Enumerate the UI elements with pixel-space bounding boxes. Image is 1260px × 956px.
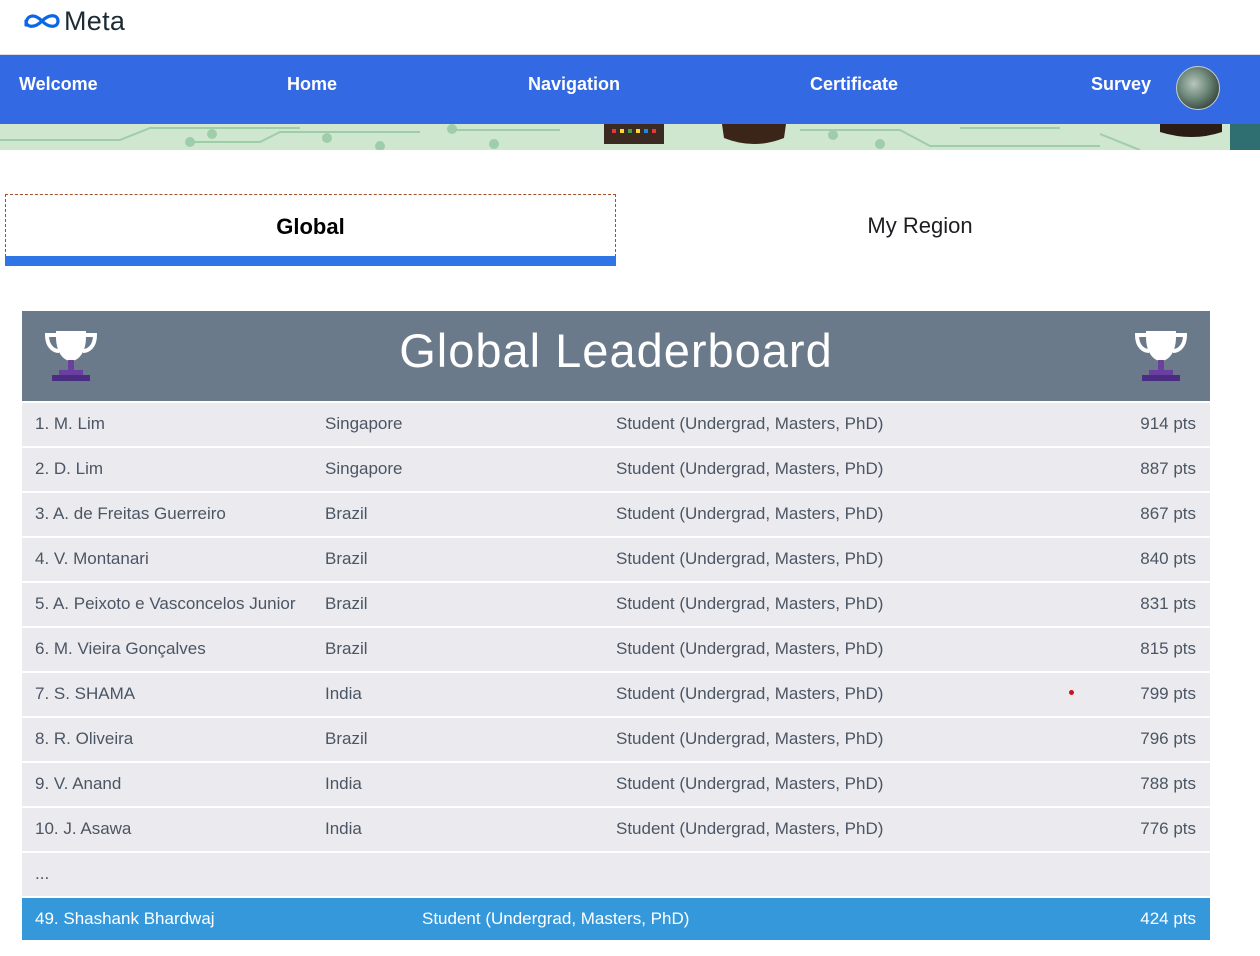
role: Student (Undergrad, Masters, PhD) xyxy=(616,684,884,703)
role: Student (Undergrad, Masters, PhD) xyxy=(616,819,884,838)
rank-name: 7. S. SHAMA xyxy=(35,684,136,703)
points: 831 pts xyxy=(1140,594,1196,613)
table-row: 7. S. SHAMA India Student (Undergrad, Ma… xyxy=(22,671,1210,716)
role: Student (Undergrad, Masters, PhD) xyxy=(616,549,884,568)
meta-infinity-icon xyxy=(24,14,60,28)
country: India xyxy=(325,819,362,838)
points: 788 pts xyxy=(1140,774,1196,793)
table-row: 2. D. Lim Singapore Student (Undergrad, … xyxy=(22,446,1210,491)
table-row: 5. A. Peixoto e Vasconcelos Junior Brazi… xyxy=(22,581,1210,626)
red-dot-marker xyxy=(1069,690,1074,695)
rank-name: 10. J. Asawa xyxy=(35,819,132,838)
ellipsis-row: ... xyxy=(22,851,1210,896)
points: 815 pts xyxy=(1140,639,1196,658)
role: Student (Undergrad, Masters, PhD) xyxy=(616,414,884,433)
role: Student (Undergrad, Masters, PhD) xyxy=(616,729,884,748)
country: Brazil xyxy=(325,729,368,748)
points: 776 pts xyxy=(1140,819,1196,838)
nav-survey[interactable]: Survey xyxy=(1091,55,1151,124)
header-banner-image xyxy=(0,124,1232,150)
rank-name: 9. V. Anand xyxy=(35,774,122,793)
rank-name: 8. R. Oliveira xyxy=(35,729,134,748)
country: Brazil xyxy=(325,549,368,568)
tab-my-region[interactable]: My Region xyxy=(615,194,1225,256)
table-row: 6. M. Vieira Gonçalves Brazil Student (U… xyxy=(22,626,1210,671)
role: Student (Undergrad, Masters, PhD) xyxy=(422,909,690,928)
trophy-icon xyxy=(1134,331,1188,381)
table-row: 4. V. Montanari Brazil Student (Undergra… xyxy=(22,536,1210,581)
user-avatar[interactable] xyxy=(1176,66,1220,110)
role: Student (Undergrad, Masters, PhD) xyxy=(616,639,884,658)
nav-certificate[interactable]: Certificate xyxy=(810,55,898,124)
table-row: 9. V. Anand India Student (Undergrad, Ma… xyxy=(22,761,1210,806)
points: 424 pts xyxy=(1140,909,1196,928)
table-row: 10. J. Asawa India Student (Undergrad, M… xyxy=(22,806,1210,851)
rank-name: 49. Shashank Bhardwaj xyxy=(35,909,215,928)
top-bar: Meta xyxy=(0,0,1260,55)
meta-logo[interactable]: Meta xyxy=(22,6,125,36)
points: 796 pts xyxy=(1140,729,1196,748)
rank-name: 6. M. Vieira Gonçalves xyxy=(35,639,206,658)
country: India xyxy=(325,774,362,793)
nav-welcome[interactable]: Welcome xyxy=(19,55,98,124)
nav-navigation[interactable]: Navigation xyxy=(528,55,620,124)
country: Brazil xyxy=(325,594,368,613)
logo-text: Meta xyxy=(64,5,126,36)
rank-name: 5. A. Peixoto e Vasconcelos Junior xyxy=(35,594,296,613)
ellipsis: ... xyxy=(35,864,50,883)
table-row: 3. A. de Freitas Guerreiro Brazil Studen… xyxy=(22,491,1210,536)
rank-name: 3. A. de Freitas Guerreiro xyxy=(35,504,226,523)
role: Student (Undergrad, Masters, PhD) xyxy=(616,459,884,478)
rank-name: 1. M. Lim xyxy=(35,414,105,433)
points: 867 pts xyxy=(1140,504,1196,523)
rank-name: 2. D. Lim xyxy=(35,459,104,478)
circuit-pattern xyxy=(0,124,1222,150)
global-leaderboard: Global Leaderboard 1. M. Lim Singapore S… xyxy=(22,311,1210,940)
country: Brazil xyxy=(325,504,368,523)
points: 799 pts xyxy=(1140,684,1196,703)
banner-edge xyxy=(1230,124,1260,150)
role: Student (Undergrad, Masters, PhD) xyxy=(616,774,884,793)
points: 914 pts xyxy=(1140,414,1196,433)
rank-name: 4. V. Montanari xyxy=(35,549,149,568)
nav-home[interactable]: Home xyxy=(287,55,337,124)
table-row: 8. R. Oliveira Brazil Student (Undergrad… xyxy=(22,716,1210,761)
table-row: 1. M. Lim Singapore Student (Undergrad, … xyxy=(22,401,1210,446)
country: Singapore xyxy=(325,459,403,478)
leaderboard-title: Global Leaderboard xyxy=(399,324,833,377)
points: 840 pts xyxy=(1140,549,1196,568)
country: Brazil xyxy=(325,639,368,658)
main-nav: Welcome Home Navigation Certificate Surv… xyxy=(0,55,1260,124)
current-user-row: 49. Shashank Bhardwaj Student (Undergrad… xyxy=(22,896,1210,940)
points: 887 pts xyxy=(1140,459,1196,478)
leaderboard-tabs: Global My Region xyxy=(5,194,1235,268)
country: India xyxy=(325,684,362,703)
role: Student (Undergrad, Masters, PhD) xyxy=(616,594,884,613)
country: Singapore xyxy=(325,414,403,433)
active-tab-indicator xyxy=(5,256,616,266)
tab-global[interactable]: Global xyxy=(5,194,616,257)
leaderboard-header: Global Leaderboard xyxy=(22,311,1210,401)
role: Student (Undergrad, Masters, PhD) xyxy=(616,504,884,523)
